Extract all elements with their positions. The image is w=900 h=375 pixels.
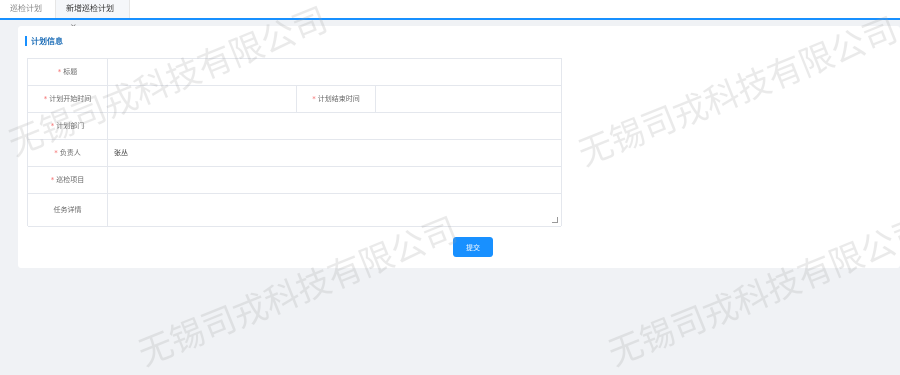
submit-button[interactable]: 提交 [453,237,493,257]
required-mark: * [57,68,62,76]
required-mark: * [50,122,55,130]
title-label-text: 标题 [63,68,78,76]
tab-bar: 巡检计划 新增巡检计划 × [0,0,900,31]
end-time-label-text: 计划结束时间 [317,95,360,103]
title-label: * 标题 [28,59,108,85]
resize-handle-icon[interactable] [552,217,558,223]
section-accent-bar [25,36,27,46]
end-time-label: * 计划结束时间 [296,86,376,112]
department-label: * 计划部门 [28,113,108,139]
end-time-input[interactable] [376,86,561,112]
form-row-project: * 巡检项目 [28,167,561,194]
department-select[interactable] [108,113,561,139]
department-label-text: 计划部门 [56,122,85,130]
form-row-owner: * 负责人 张丛 [28,140,561,167]
owner-value: 张丛 [114,149,128,157]
section-title: 计划信息 [31,36,63,46]
tab-inspection-plan[interactable]: 巡检计划 [0,0,55,18]
required-mark: * [43,95,48,103]
form-row-time: * 计划开始时间 * 计划结束时间 [28,86,561,113]
project-select[interactable] [108,167,561,193]
owner-input[interactable]: 张丛 [108,140,561,166]
form-row-detail: 任务详情 [28,194,561,227]
project-label: * 巡检项目 [28,167,108,193]
section-header: 计划信息 [25,36,63,46]
owner-label-text: 负责人 [59,149,81,157]
start-time-label-text: 计划开始时间 [49,95,92,103]
tab-label: 巡检计划 [10,4,42,13]
form-card: 计划信息 * 标题 * 计划开始时间 * 计划结束时间 * 计划部门 * 负责人… [18,26,900,268]
owner-label: * 负责人 [28,140,108,166]
start-time-label: * 计划开始时间 [28,86,108,112]
detail-label: 任务详情 [28,194,108,226]
tab-new-inspection-plan[interactable]: 新增巡检计划 × [55,0,130,31]
plan-form: * 标题 * 计划开始时间 * 计划结束时间 * 计划部门 * 负责人 张丛 *… [27,58,562,227]
detail-label-text: 任务详情 [53,206,82,214]
required-mark: * [54,149,58,157]
required-mark: * [312,95,316,103]
form-row-title: * 标题 [28,59,561,86]
project-label-text: 巡检项目 [56,176,85,184]
detail-textarea[interactable] [108,194,561,226]
start-time-input[interactable] [108,86,296,112]
tab-label: 新增巡检计划 [66,4,114,13]
form-row-department: * 计划部门 [28,113,561,140]
required-mark: * [50,176,55,184]
title-input[interactable] [108,59,561,85]
